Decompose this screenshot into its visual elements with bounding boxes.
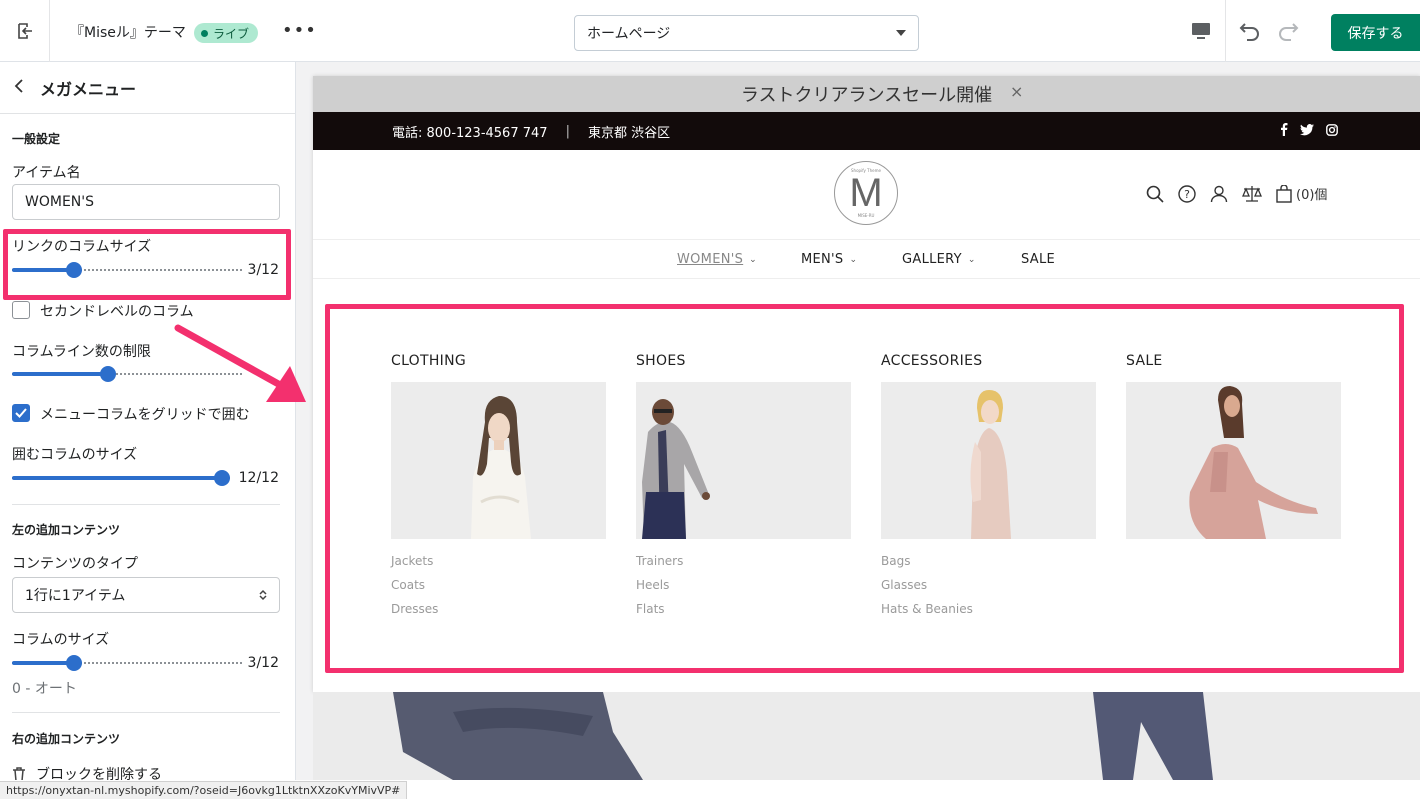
nav-item-sale[interactable]: SALE bbox=[1021, 252, 1055, 267]
redo-button[interactable] bbox=[1276, 20, 1300, 48]
wrap-col-size-value: 12/12 bbox=[238, 470, 279, 486]
info-bar: 電話: 800-123-4567 747 | 東京都 渋谷区 bbox=[313, 112, 1420, 150]
announcement-bar: ラストクリアランスセール開催 × bbox=[313, 76, 1420, 112]
shopping-bag-icon bbox=[1276, 184, 1292, 203]
nav-item-womens[interactable]: WOMEN'S ⌄ bbox=[677, 252, 757, 267]
undo-button[interactable] bbox=[1238, 20, 1262, 48]
store-header: Shopify Theme M MISE-RU ? (0)個 bbox=[313, 150, 1420, 240]
chevron-down-icon bbox=[896, 30, 906, 36]
chevron-down-icon: ⌄ bbox=[749, 254, 758, 265]
grid-wrap-checkbox[interactable] bbox=[12, 404, 30, 422]
col-size-hint: 0 - オート bbox=[12, 681, 77, 697]
main-nav bbox=[313, 240, 1420, 279]
logo-letter: M bbox=[849, 171, 883, 215]
divider bbox=[12, 712, 280, 713]
col-size-slider[interactable] bbox=[12, 655, 242, 671]
help-icon[interactable]: ? bbox=[1178, 184, 1196, 203]
save-button[interactable]: 保存する bbox=[1331, 14, 1420, 51]
editor-topbar: 『Miseル』テーマ ライブ ••• ホームページ 保存する bbox=[0, 0, 1420, 62]
live-badge: ライブ bbox=[194, 23, 259, 43]
highlight-box-megamenu bbox=[325, 304, 1404, 673]
select-arrows-icon bbox=[259, 589, 267, 601]
chevron-down-icon: ⌄ bbox=[849, 254, 858, 265]
slider-fill bbox=[12, 476, 222, 480]
instagram-icon[interactable] bbox=[1326, 123, 1338, 136]
hero-models-photo bbox=[393, 692, 1213, 780]
divider bbox=[12, 504, 280, 505]
account-icon[interactable] bbox=[1210, 185, 1228, 203]
social-links bbox=[1280, 123, 1338, 136]
logo-subtitle: MISE-RU bbox=[857, 213, 875, 218]
cart-count: (0)個 bbox=[1296, 188, 1328, 203]
left-extra-section-heading: 左の追加コンテンツ bbox=[12, 523, 121, 537]
sidebar-title: メガメニュー bbox=[40, 79, 137, 99]
browser-status-url: https://onyxtan-nl.myshopify.com/?oseid=… bbox=[0, 781, 408, 799]
slider-fill bbox=[12, 661, 74, 665]
wrap-col-size-slider[interactable] bbox=[12, 470, 230, 486]
slider-fill bbox=[12, 372, 108, 376]
desktop-icon bbox=[1191, 23, 1210, 39]
nav-item-mens[interactable]: MEN'S ⌄ bbox=[801, 252, 857, 267]
nav-item-label: WOMEN'S bbox=[677, 252, 744, 267]
svg-text:?: ? bbox=[1184, 188, 1190, 201]
compare-scale-icon[interactable] bbox=[1242, 185, 1262, 203]
facebook-icon[interactable] bbox=[1280, 123, 1288, 136]
twitter-icon[interactable] bbox=[1300, 123, 1314, 136]
page-select[interactable]: ホームページ bbox=[574, 15, 919, 51]
store-logo[interactable]: Shopify Theme M MISE-RU bbox=[834, 161, 898, 225]
cart-link[interactable]: (0)個 bbox=[1276, 184, 1327, 203]
hero-image-strip bbox=[313, 692, 1420, 780]
nav-item-label: SALE bbox=[1021, 252, 1056, 267]
chevron-down-icon: ⌄ bbox=[967, 254, 976, 265]
slider-thumb[interactable] bbox=[214, 470, 230, 486]
col-size-label: コラムのサイズ bbox=[12, 632, 110, 648]
theme-name: 『Miseル』テーマ bbox=[70, 25, 186, 41]
col-line-limit-label: コラムライン数の制限 bbox=[12, 344, 151, 360]
exit-icon bbox=[17, 23, 32, 39]
wrap-col-size-label: 囲むコラムのサイズ bbox=[12, 447, 138, 463]
annotation-arrow-icon bbox=[174, 324, 306, 402]
location-text: 東京都 渋谷区 bbox=[587, 125, 671, 141]
redo-icon bbox=[1279, 23, 1299, 41]
settings-sidebar: メガメニュー 一般設定 アイテム名 WOMEN'S リンクのコラムサイズ 3/1… bbox=[0, 62, 296, 799]
page-select-value: ホームページ bbox=[587, 26, 671, 42]
nav-item-label: MEN'S bbox=[801, 252, 844, 267]
item-name-label: アイテム名 bbox=[12, 165, 81, 181]
content-type-label: コンテンツのタイプ bbox=[12, 556, 138, 572]
right-extra-section-heading: 右の追加コンテンツ bbox=[12, 732, 121, 746]
live-badge-label: ライブ bbox=[213, 26, 250, 41]
more-actions-button[interactable]: ••• bbox=[282, 20, 317, 41]
nav-item-label: GALLERY bbox=[902, 252, 962, 267]
col-size-value: 3/12 bbox=[247, 655, 279, 671]
header-icons: ? (0)個 bbox=[1146, 184, 1327, 203]
status-dot-icon bbox=[201, 29, 208, 37]
search-icon[interactable] bbox=[1146, 185, 1164, 203]
device-toggle-button[interactable] bbox=[1176, 0, 1226, 62]
exit-button[interactable] bbox=[0, 0, 50, 62]
back-button[interactable] bbox=[14, 78, 24, 97]
slider-thumb[interactable] bbox=[100, 366, 116, 382]
general-section-heading: 一般設定 bbox=[12, 132, 61, 146]
nav-item-gallery[interactable]: GALLERY ⌄ bbox=[902, 252, 976, 267]
item-name-input[interactable]: WOMEN'S bbox=[12, 184, 280, 220]
sidebar-header: メガメニュー bbox=[0, 62, 295, 114]
second-level-checkbox[interactable] bbox=[12, 301, 30, 319]
announcement-text: ラストクリアランスセール開催 bbox=[740, 85, 993, 106]
chevron-left-icon bbox=[14, 79, 23, 93]
close-announcement-button[interactable]: × bbox=[1010, 82, 1023, 101]
checkmark-icon bbox=[15, 408, 27, 418]
phone-text: 電話: 800-123-4567 747 bbox=[392, 125, 548, 141]
highlight-box-slider bbox=[3, 229, 291, 300]
content-type-select[interactable]: 1行に1アイテム bbox=[12, 577, 280, 613]
separator: | bbox=[565, 123, 570, 139]
undo-icon bbox=[1239, 23, 1259, 41]
content-type-value: 1行に1アイテム bbox=[25, 588, 126, 604]
slider-thumb[interactable] bbox=[66, 655, 82, 671]
